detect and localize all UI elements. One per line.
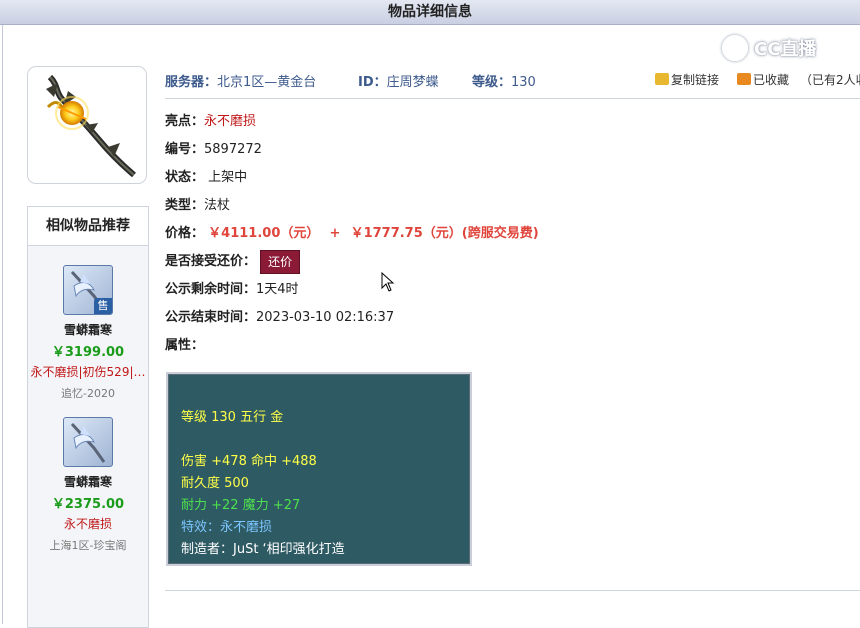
- item-details: 亮点：永不磨损 编号：5897272 状态： 上架中 类型：法杖 价格： ￥41…: [165, 108, 539, 360]
- window-title: 物品详细信息: [0, 0, 860, 25]
- number-value: 5897272: [204, 142, 262, 157]
- counter-offer-row: 是否接受还价： 还价: [165, 248, 539, 276]
- attr-level-element: 等级 130 五行 金: [181, 410, 284, 425]
- favorite-button[interactable]: 已收藏: [737, 71, 789, 88]
- cross-server-fee: ￥1777.75（元）(跨服交易费): [350, 226, 539, 241]
- rec-item-1[interactable]: 售 雪蟒霜寒 ￥3199.00 永不磨损|初伤529|… 追忆-2020: [28, 265, 148, 401]
- attributes-label: 属性：: [165, 338, 205, 353]
- ice-staff-icon: [70, 422, 106, 463]
- level-label: 等级：: [472, 75, 512, 90]
- level-value: 130: [511, 75, 536, 90]
- status-row: 状态： 上架中: [165, 164, 539, 192]
- pointer-arrow-icon: [381, 271, 395, 292]
- shine-value: 永不磨损: [204, 114, 257, 129]
- rec-item-2-name[interactable]: 雪蟒霜寒: [28, 473, 148, 490]
- copy-link-icon: [655, 73, 669, 85]
- remaining-time-row: 公示剩余时间：1天4时: [165, 276, 539, 304]
- attr-special-effect: 特效：永不磨损: [181, 520, 273, 535]
- favorite-count: （已有2人收: [800, 73, 860, 87]
- server-value: 北京1区—黄金台: [217, 75, 317, 90]
- similar-items-title: 相似物品推荐: [28, 207, 148, 246]
- id-value: 庄周梦蝶: [386, 75, 439, 90]
- rec-item-2-seller: 上海1区-珍宝阁: [49, 539, 127, 552]
- type-row: 类型：法杖: [165, 192, 539, 220]
- watermark-text: CC直播: [754, 39, 817, 60]
- price-value: ￥4111.00（元）: [208, 226, 320, 241]
- sell-badge: 售: [94, 298, 112, 314]
- copy-link-button[interactable]: 复制链接: [655, 71, 719, 88]
- favorite-icon: [737, 73, 751, 85]
- attributes-row: 属性：: [165, 332, 539, 360]
- rec-item-1-seller: 追忆-2020: [61, 387, 115, 400]
- attr-maker: 制造者：JuSt ‘相印强化打造: [181, 542, 345, 557]
- end-time-row: 公示结束时间：2023-03-10 02:16:37: [165, 304, 539, 332]
- server-info: 服务器：北京1区—黄金台: [165, 71, 316, 90]
- remaining-time-label: 公示剩余时间：: [165, 282, 257, 297]
- number-label: 编号：: [165, 142, 205, 157]
- counter-offer-label: 是否接受还价：: [165, 254, 257, 269]
- id-label: ID：: [358, 75, 387, 90]
- price-label: 价格：: [165, 226, 205, 241]
- cc-live-watermark: CC直播: [722, 32, 846, 64]
- item-info-bar: 服务器：北京1区—黄金台 ID：庄周梦蝶 等级：130 复制链接 已收藏 （已有…: [165, 62, 860, 99]
- rec-item-2-image[interactable]: [63, 417, 113, 467]
- attr-damage-hit: 伤害 +478 命中 +488: [181, 454, 317, 469]
- price-plus: +: [329, 226, 341, 241]
- price-row: 价格： ￥4111.00（元） + ￥1777.75（元）(跨服交易费): [165, 220, 539, 248]
- cc-logo-icon: [722, 35, 748, 61]
- attribute-panel: 等级 130 五行 金 伤害 +478 命中 +488 耐久度 500 耐力 +…: [166, 372, 472, 566]
- staff-icon: [46, 74, 136, 178]
- attr-durability: 耐久度 500: [181, 476, 249, 491]
- rec-item-1-price: ￥3199.00: [51, 345, 125, 360]
- status-label: 状态：: [165, 170, 205, 185]
- id-info: ID：庄周梦蝶: [358, 71, 439, 90]
- rec-item-2[interactable]: 雪蟒霜寒 ￥2375.00 永不磨损 上海1区-珍宝阁: [28, 417, 148, 553]
- copy-link-label: 复制链接: [671, 73, 720, 87]
- type-label: 类型：: [165, 198, 205, 213]
- rec-item-1-name[interactable]: 雪蟒霜寒: [28, 321, 148, 338]
- attr-stamina-magic: 耐力 +22 魔力 +27: [181, 498, 301, 513]
- shine-row: 亮点：永不磨损: [165, 108, 539, 136]
- similar-items-panel: 相似物品推荐 售 雪蟒霜寒 ￥3199.00 永不磨损|初伤529|… 追忆-2…: [27, 206, 149, 628]
- type-value: 法杖: [204, 198, 231, 213]
- level-info: 等级：130: [472, 71, 536, 90]
- favorite-label: 已收藏: [753, 73, 790, 87]
- rec-item-2-attrs: 永不磨损: [63, 517, 112, 531]
- shine-label: 亮点：: [165, 114, 205, 129]
- end-time-value: 2023-03-10 02:16:37: [256, 310, 395, 325]
- counter-offer-button[interactable]: 还价: [260, 249, 301, 274]
- rec-item-1-attrs: 永不磨损|初伤529|…: [30, 365, 146, 379]
- rec-item-2-price: ￥2375.00: [51, 497, 125, 512]
- status-value: 上架中: [208, 170, 248, 185]
- rec-item-1-image[interactable]: 售: [63, 265, 113, 315]
- end-time-label: 公示结束时间：: [165, 310, 257, 325]
- item-image-staff: [27, 66, 147, 184]
- server-label: 服务器：: [165, 75, 218, 90]
- divider: [165, 590, 860, 591]
- remaining-time-value: 1天4时: [256, 282, 299, 297]
- number-row: 编号：5897272: [165, 136, 539, 164]
